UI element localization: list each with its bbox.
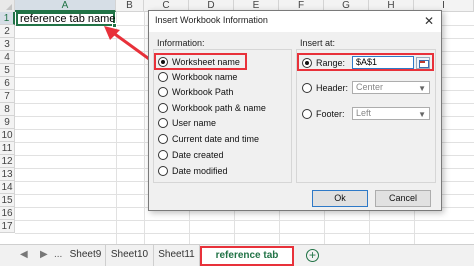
radio-label: Date created — [172, 150, 224, 160]
row-header-12[interactable]: 12 — [0, 155, 15, 168]
radio-header[interactable]: Header: — [302, 82, 350, 94]
radio-button-checked[interactable] — [302, 58, 312, 68]
dialog-title: Insert Workbook Information — [155, 15, 268, 25]
radio-worksheet-name[interactable]: Worksheet name — [158, 56, 278, 68]
row-header-7[interactable]: 7 — [0, 90, 15, 103]
radio-button[interactable] — [158, 166, 168, 176]
row-header-6[interactable]: 6 — [0, 77, 15, 90]
dialog-titlebar[interactable]: Insert Workbook Information ✕ — [149, 11, 441, 32]
radio-button[interactable] — [302, 109, 312, 119]
footer-select-value: Left — [356, 108, 372, 118]
tab-scroll-left-icon[interactable]: ◀ — [20, 250, 28, 260]
row-header-17[interactable]: 17 — [0, 220, 15, 233]
radio-button[interactable] — [158, 118, 168, 128]
radio-label: Worksheet name — [172, 57, 240, 67]
radio-label: Workbook name — [172, 72, 238, 82]
row-header-14[interactable]: 14 — [0, 181, 15, 194]
radio-current-date-and-time[interactable]: Current date and time — [158, 133, 283, 145]
insert-workbook-information-dialog: Insert Workbook Information ✕ Informatio… — [148, 10, 442, 211]
information-group-label: Information: — [157, 38, 205, 48]
radio-workbook-name[interactable]: Workbook name — [158, 71, 278, 83]
radio-button-checked[interactable] — [158, 57, 168, 67]
radio-button[interactable] — [158, 72, 168, 82]
radio-range[interactable]: Range: — [302, 57, 350, 69]
radio-label: Header: — [316, 83, 349, 93]
sheet-tab-reference-tab-name[interactable]: reference tab name — [200, 246, 294, 266]
header-select-value: Center — [356, 82, 384, 92]
select-all-corner[interactable] — [0, 0, 15, 12]
range-input[interactable]: $A$1 — [352, 56, 414, 69]
chevron-down-icon[interactable]: ▼ — [418, 83, 426, 94]
gridline — [15, 220, 474, 221]
row-header-4[interactable]: 4 — [0, 51, 15, 64]
radio-workbook-path-and-name[interactable]: Workbook path & name — [158, 102, 283, 114]
row-header-13[interactable]: 13 — [0, 168, 15, 181]
tab-more-ellipsis[interactable]: ... — [54, 249, 62, 260]
radio-button[interactable] — [158, 87, 168, 97]
row-header-9[interactable]: 9 — [0, 116, 15, 129]
column-header-a[interactable]: A — [15, 0, 116, 12]
radio-date-modified[interactable]: Date modified — [158, 165, 278, 177]
tab-scroll-right-icon[interactable]: ▶ — [40, 250, 48, 260]
radio-button[interactable] — [158, 134, 168, 144]
row-header-5[interactable]: 5 — [0, 64, 15, 77]
radio-user-name[interactable]: User name — [158, 117, 278, 129]
row-header-1[interactable]: 1 — [0, 12, 15, 25]
gridline — [15, 233, 474, 234]
header-select[interactable]: Center ▼ — [352, 81, 430, 94]
radio-button[interactable] — [158, 150, 168, 160]
radio-label: Date modified — [172, 166, 228, 176]
range-picker-icon[interactable] — [416, 57, 430, 69]
radio-workbook-path[interactable]: Workbook Path — [158, 86, 278, 98]
row-header-11[interactable]: 11 — [0, 142, 15, 155]
close-icon[interactable]: ✕ — [421, 13, 437, 29]
row-header-8[interactable]: 8 — [0, 103, 15, 116]
radio-button[interactable] — [158, 103, 168, 113]
sheet-tab-sheet11[interactable]: Sheet11 — [154, 245, 200, 266]
radio-button[interactable] — [302, 83, 312, 93]
sheet-tab-bar: ◀ ▶ ... Sheet9 Sheet10 Sheet11 reference… — [0, 244, 474, 266]
radio-footer[interactable]: Footer: — [302, 108, 350, 120]
radio-label: Footer: — [316, 109, 345, 119]
insert-at-group-label: Insert at: — [300, 38, 336, 48]
column-header-b[interactable]: B — [116, 0, 144, 12]
row-header-16[interactable]: 16 — [0, 207, 15, 220]
radio-label: User name — [172, 118, 217, 128]
radio-date-created[interactable]: Date created — [158, 149, 278, 161]
radio-label: Current date and time — [172, 134, 260, 144]
excel-window: A B C D E F G H I 1 2 3 4 5 6 7 8 9 10 1… — [0, 0, 474, 266]
cancel-button[interactable]: Cancel — [375, 190, 431, 207]
footer-select[interactable]: Left ▼ — [352, 107, 430, 120]
ok-button[interactable]: Ok — [312, 190, 368, 207]
radio-label: Workbook path & name — [172, 103, 266, 113]
chevron-down-icon[interactable]: ▼ — [418, 109, 426, 120]
radio-label: Range: — [316, 58, 346, 68]
row-header-3[interactable]: 3 — [0, 38, 15, 51]
sheet-tab-sheet10[interactable]: Sheet10 — [106, 245, 154, 266]
row-header-15[interactable]: 15 — [0, 194, 15, 207]
add-sheet-icon[interactable]: + — [306, 249, 319, 262]
row-header-2[interactable]: 2 — [0, 25, 15, 38]
row-header-10[interactable]: 10 — [0, 129, 15, 142]
radio-label: Workbook Path — [172, 87, 234, 97]
sheet-tab-sheet9[interactable]: Sheet9 — [66, 245, 106, 266]
